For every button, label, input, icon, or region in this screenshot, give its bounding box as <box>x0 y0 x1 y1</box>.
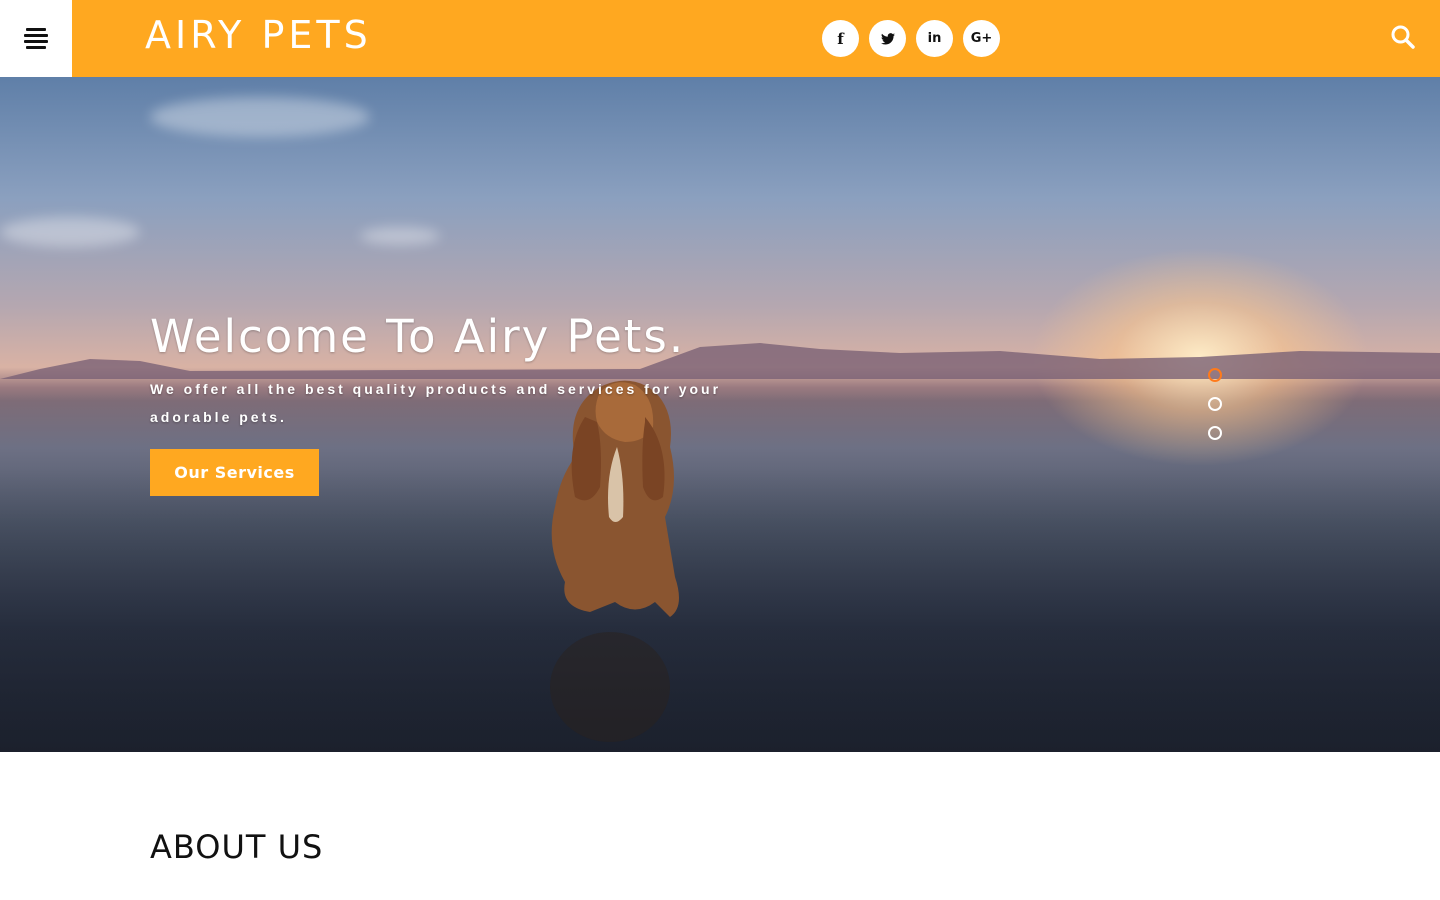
hero-title: Welcome To Airy Pets. <box>150 310 686 363</box>
twitter-icon <box>880 32 895 45</box>
google-plus-button[interactable]: G+ <box>963 20 1000 57</box>
social-links: f in G+ <box>822 20 1000 57</box>
hamburger-menu-icon <box>24 28 48 49</box>
slider-pagination <box>1208 368 1222 455</box>
menu-button[interactable] <box>0 0 72 77</box>
site-header: AIRY PETS f in G+ <box>0 0 1440 77</box>
slide-dot-3[interactable] <box>1208 426 1222 440</box>
slide-dot-2[interactable] <box>1208 397 1222 411</box>
search-icon <box>1391 25 1415 49</box>
cloud <box>360 227 440 245</box>
beach-water <box>0 467 1440 752</box>
cloud <box>0 217 140 247</box>
hero-subtitle: We offer all the best quality products a… <box>150 381 722 425</box>
facebook-button[interactable]: f <box>822 20 859 57</box>
linkedin-icon: in <box>927 31 942 46</box>
our-services-button[interactable]: Our Services <box>150 449 319 496</box>
google-plus-icon: G+ <box>970 31 993 46</box>
hero-banner: Welcome To Airy Pets. We offer all the b… <box>0 77 1440 752</box>
cloud <box>150 97 370 137</box>
site-logo[interactable]: AIRY PETS <box>145 13 372 57</box>
twitter-button[interactable] <box>869 20 906 57</box>
about-us-heading: ABOUT US <box>150 828 324 866</box>
search-button[interactable] <box>1390 24 1416 50</box>
linkedin-button[interactable]: in <box>916 20 953 57</box>
facebook-icon: f <box>837 29 844 48</box>
slide-dot-1[interactable] <box>1208 368 1222 382</box>
